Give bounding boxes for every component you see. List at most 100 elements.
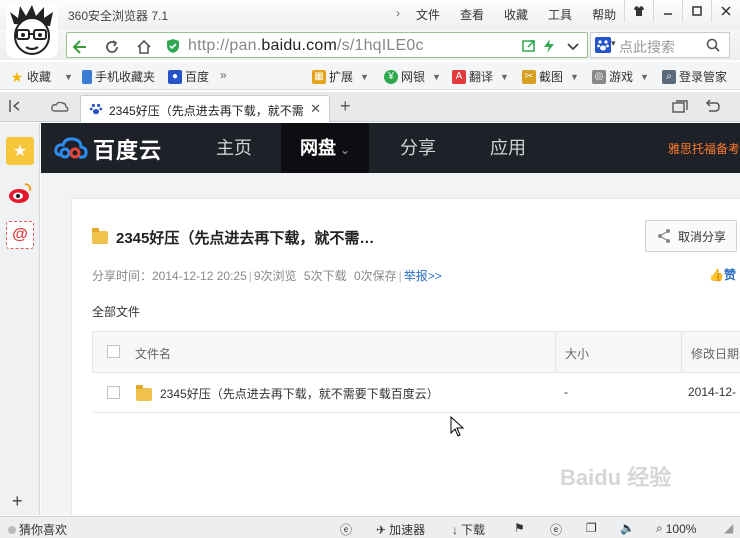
extension-icon: ▦ (312, 69, 326, 84)
window-icon[interactable]: ❐ (586, 521, 597, 535)
left-sidebar: ★ @ + (0, 123, 40, 515)
baidu-cloud-logo[interactable]: 百度云 (53, 133, 162, 165)
breadcrumb[interactable]: 全部文件 (92, 303, 140, 320)
zoom-icon: ⌕ (656, 521, 663, 535)
chevron-down-icon[interactable]: ▼ (360, 72, 369, 82)
tool-extension[interactable]: ▦ 扩展 ▼ (312, 68, 369, 85)
search-box[interactable]: ▾ 点此搜索 (590, 32, 730, 58)
share-page-icon[interactable] (521, 38, 537, 54)
file-size: - (564, 385, 568, 399)
close-icon[interactable] (711, 0, 740, 22)
fav-more[interactable]: » (220, 68, 227, 82)
nav-share[interactable]: 分享 (385, 123, 451, 173)
zoom-control[interactable]: ⌕ 100% (656, 521, 696, 536)
tool-games[interactable]: ◎ 游戏 ▼ (592, 68, 649, 85)
fav-label: 收藏 (27, 70, 52, 84)
tool-bank[interactable]: ¥ 网银 ▼ (384, 68, 441, 85)
tab-list-icon[interactable] (672, 100, 688, 117)
chevron-down-icon[interactable]: ▼ (500, 72, 509, 82)
new-tab-icon[interactable]: + (340, 96, 351, 117)
accelerator-label: 加速器 (389, 523, 426, 537)
col-filename[interactable]: 文件名 (135, 345, 171, 362)
download-button[interactable]: ↓ 下载 (452, 521, 485, 538)
file-date: 2014-12- (688, 385, 737, 399)
sidebar-toggle-icon[interactable] (8, 99, 24, 116)
menu-help[interactable]: 帮助 (582, 6, 626, 23)
email-icon[interactable]: @ (6, 221, 34, 249)
volume-icon[interactable]: 🔈 (620, 521, 635, 535)
nav-apps[interactable]: 应用 (475, 123, 541, 173)
chevron-down-icon[interactable]: ▼ (640, 72, 649, 82)
favorites-star-icon[interactable]: ★ (6, 137, 34, 165)
fav-star-add[interactable]: ★ 收藏 ▼ (10, 68, 73, 85)
tool-label: 截图 (539, 70, 564, 84)
chevron-down-icon[interactable] (565, 38, 581, 54)
status-bar: 猜你喜欢 ⓔ ✈ 加速器 ↓ 下载 ⚑ ⓔ ❐ 🔈 ⌕ 100% ◢ (0, 516, 740, 538)
download-arrow-icon: ↓ (452, 522, 458, 537)
fav-mobile[interactable]: 手机收藏夹 (82, 68, 155, 85)
browser-window: 360安全浏览器 7.1 › 文件 查看 收藏 工具 帮助 http://pan… (0, 0, 740, 538)
col-modified[interactable]: 修改日期 (691, 345, 739, 362)
phone-icon (82, 69, 92, 84)
tool-login-manager[interactable]: ⌕ 登录管家 (662, 68, 727, 85)
ie-mode-icon[interactable]: ⓔ (340, 521, 352, 538)
unshare-label: 取消分享 (678, 229, 727, 244)
baidu-paw-icon[interactable] (595, 37, 611, 53)
tool-label: 网银 (401, 70, 426, 84)
report-link[interactable]: 举报>> (404, 269, 442, 283)
unshare-button[interactable]: 取消分享 (645, 220, 737, 252)
shirt-icon[interactable] (624, 0, 653, 22)
fav-baidu[interactable]: ● 百度 (168, 68, 209, 85)
maximize-icon[interactable] (682, 0, 711, 22)
back-icon[interactable] (71, 38, 89, 56)
speed-mode-icon[interactable] (541, 38, 557, 54)
tab-close-icon[interactable]: ✕ (310, 101, 321, 117)
cache-icon[interactable]: ⓔ (550, 521, 562, 538)
accelerator-button[interactable]: ✈ 加速器 (376, 521, 425, 538)
tool-label: 翻译 (469, 70, 494, 84)
file-name[interactable]: 2345好压（先点进去再下载，就不需要下载百度云） (160, 385, 439, 402)
menu-view[interactable]: 查看 (450, 6, 494, 23)
cloud-icon[interactable] (50, 99, 70, 116)
tool-screenshot[interactable]: ✂ 截图 ▼ (522, 68, 579, 85)
tool-translate[interactable]: A 翻译 ▼ (452, 68, 509, 85)
undo-close-icon[interactable] (704, 99, 720, 116)
web-page: 百度云 主页 网盘 ⌄ 分享 应用 雅思托福备考 2345好压（先点进去再下载，就… (41, 123, 740, 515)
minimize-icon[interactable] (653, 0, 682, 22)
bank-icon: ¥ (384, 69, 398, 84)
engine-dropdown-icon[interactable]: ▾ (611, 38, 616, 49)
guess-you-like[interactable]: 猜你喜欢 (8, 521, 67, 538)
address-bar[interactable]: http://pan.baidu.com/s/1hqILE0c (66, 32, 588, 58)
chevron-down-icon[interactable]: ▼ (570, 72, 579, 82)
user-avatar[interactable] (6, 4, 58, 58)
refresh-icon[interactable] (103, 38, 121, 56)
weibo-icon[interactable] (6, 179, 34, 207)
col-size[interactable]: 大小 (565, 345, 589, 362)
tool-label: 游戏 (609, 70, 634, 84)
select-all-checkbox[interactable] (107, 345, 120, 358)
tab-active[interactable]: 2345好压（先点进去再下载，就不需 ✕ (80, 95, 330, 122)
nav-netdisk[interactable]: 网盘 ⌄ (281, 123, 369, 173)
shield-icon[interactable] (165, 38, 181, 54)
resize-grip-icon[interactable]: ◢ (724, 521, 733, 535)
promo-link[interactable]: 雅思托福备考 (668, 140, 740, 157)
folder-icon (92, 228, 108, 244)
menu-file[interactable]: 文件 (406, 6, 450, 23)
chevron-down-icon[interactable]: ▼ (432, 72, 441, 82)
menu-favorites[interactable]: 收藏 (494, 6, 538, 23)
flag-icon[interactable]: ⚑ (514, 521, 525, 535)
nav-home[interactable]: 主页 (201, 123, 267, 173)
menu-tools[interactable]: 工具 (538, 6, 582, 23)
search-icon[interactable] (705, 37, 721, 53)
menu-chevron-icon[interactable]: › (392, 6, 406, 23)
add-sidebar-icon[interactable]: + (12, 491, 23, 512)
chevron-down-icon[interactable]: ▼ (64, 72, 73, 82)
table-row[interactable]: 2345好压（先点进去再下载，就不需要下载百度云） - 2014-12- (92, 373, 740, 413)
tab-title: 2345好压（先点进去再下载，就不需 (109, 104, 304, 118)
screenshot-icon: ✂ (522, 69, 536, 84)
url-text[interactable]: http://pan.baidu.com/s/1hqILE0c (188, 37, 424, 55)
row-checkbox[interactable] (107, 386, 120, 399)
home-icon[interactable] (135, 38, 153, 56)
mouse-cursor-icon (450, 416, 465, 437)
like-button[interactable]: 👍赞 (709, 266, 736, 283)
